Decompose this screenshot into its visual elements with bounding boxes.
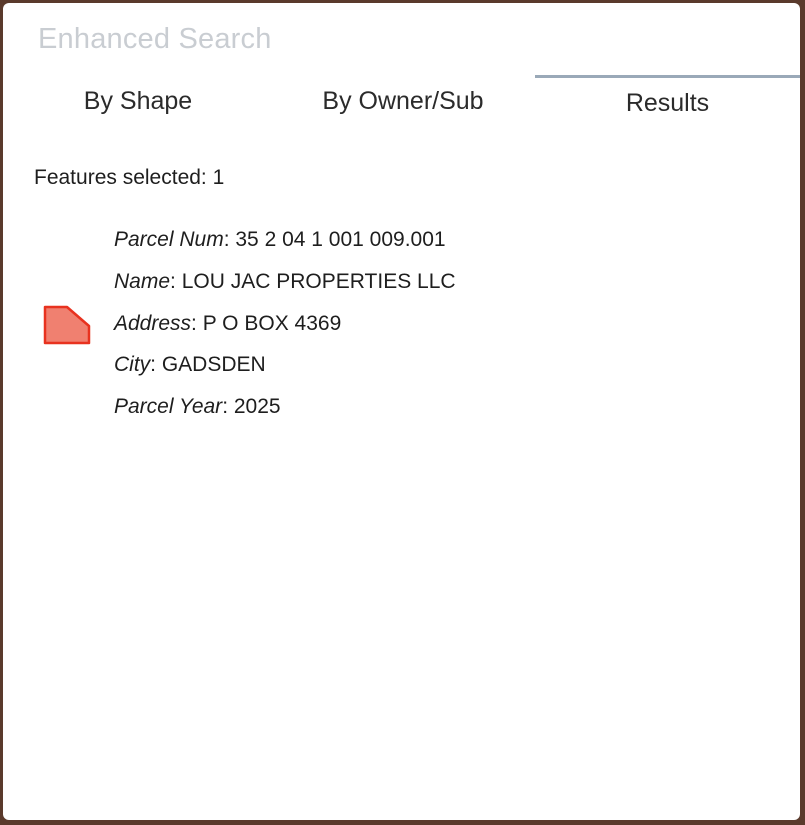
attr-sep: : [223,228,236,251]
tab-by-owner-sub[interactable]: By Owner/Sub [283,73,523,129]
attr-key: Parcel Year [114,395,223,418]
attr-parcel-year: Parcel Year: 2025 [114,395,281,419]
attr-key: Name [114,270,171,293]
attr-name: Name: LOU JAC PROPERTIES LLC [114,270,456,294]
enhanced-search-panel: Enhanced Search By Shape By Owner/Sub Re… [3,3,800,820]
features-selected-count: Features selected: 1 [34,166,225,189]
attr-address: Address: P O BOX 4369 [114,312,341,336]
attr-city: City: GADSDEN [114,353,266,377]
tab-results[interactable]: Results [535,75,800,131]
attr-sep: : [191,312,203,335]
tab-by-shape[interactable]: By Shape [33,73,243,129]
attr-sep: : [222,395,234,418]
attr-value: 2025 [233,395,281,418]
attr-value: P O BOX 4369 [202,312,342,335]
parcel-polygon-icon [43,305,91,345]
attr-parcel-num: Parcel Num: 35 2 04 1 001 009.001 [114,228,446,252]
attr-key: Parcel Num [114,228,224,251]
attr-value: 35 2 04 1 001 009.001 [235,228,446,251]
panel-title: Enhanced Search [38,23,272,55]
tab-bar: By Shape By Owner/Sub Results [3,73,800,133]
attr-value: GADSDEN [161,353,266,376]
attr-value: LOU JAC PROPERTIES LLC [181,270,456,293]
result-item[interactable]: Parcel Num: 35 2 04 1 001 009.001 Name: … [3,218,800,428]
attr-sep: : [170,270,182,293]
attr-sep: : [150,353,162,376]
attr-key: Address [114,312,192,335]
attr-key: City [114,353,151,376]
